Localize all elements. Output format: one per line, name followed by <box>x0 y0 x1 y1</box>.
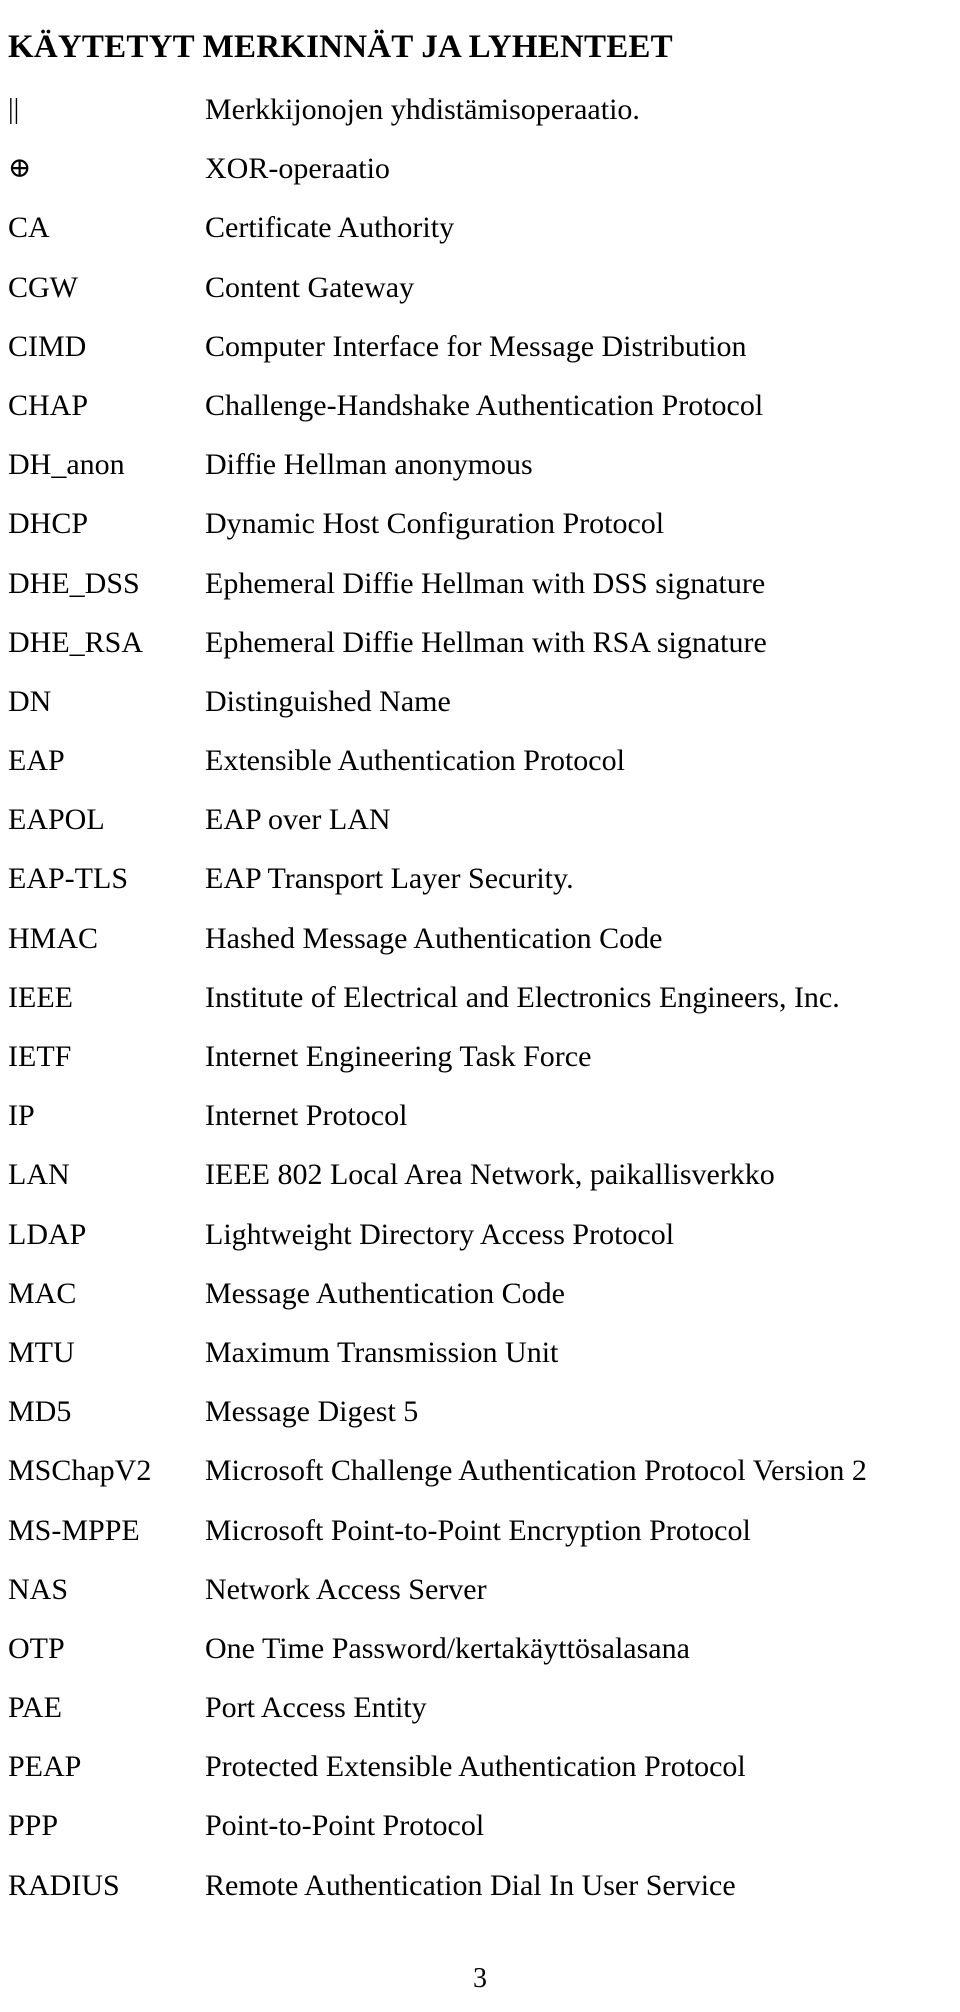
abbreviation-definition: Ephemeral Diffie Hellman with RSA signat… <box>205 625 767 659</box>
abbreviation-row: RADIUS Remote Authentication Dial In User… <box>0 1866 960 1925</box>
abbreviation-row: MTU Maximum Transmission Unit <box>0 1333 960 1392</box>
abbreviation-term: DHCP <box>8 507 89 541</box>
abbreviation-definition: Dynamic Host Configuration Protocol <box>205 507 665 541</box>
abbreviation-term: PPP <box>8 1809 59 1843</box>
abbreviation-term: IEEE <box>8 980 73 1014</box>
document-page: KÄYTETYT MERKINNÄT JA LYHENTEET || Merkki… <box>0 0 960 2012</box>
abbreviation-definition: Content Gateway <box>205 270 415 304</box>
abbreviation-row: IETF Internet Engineering Task Force <box>0 1037 960 1096</box>
abbreviation-term: HMAC <box>8 921 99 955</box>
abbreviation-definition: Protected Extensible Authentication Prot… <box>205 1750 746 1784</box>
abbreviation-row: CIMD Computer Interface for Message Distr… <box>0 327 960 386</box>
abbreviation-row: IP Internet Protocol <box>0 1096 960 1155</box>
abbreviation-row: MAC Message Authentication Code <box>0 1274 960 1333</box>
abbreviation-term: DHE_DSS <box>8 566 140 600</box>
abbreviation-definition: Diffie Hellman anonymous <box>205 448 533 482</box>
abbreviation-definition: Remote Authentication Dial In User Servi… <box>205 1868 736 1902</box>
abbreviation-row: CGW Content Gateway <box>0 268 960 327</box>
abbreviation-row: CHAP Challenge-Handshake Authentication P… <box>0 386 960 445</box>
abbreviation-term: MD5 <box>8 1395 72 1429</box>
abbreviation-definition: Microsoft Challenge Authentication Proto… <box>205 1454 867 1488</box>
abbreviation-term: EAP-TLS <box>8 862 128 896</box>
abbreviation-definition: Message Digest 5 <box>205 1395 419 1429</box>
abbreviation-definition: Port Access Entity <box>205 1691 427 1725</box>
abbreviation-definition: Lightweight Directory Access Protocol <box>205 1217 675 1251</box>
abbreviation-definition: Institute of Electrical and Electronics … <box>205 980 840 1014</box>
abbreviation-definition: Internet Engineering Task Force <box>205 1040 592 1073</box>
abbreviation-row: PEAP Protected Extensible Authentication … <box>0 1747 960 1806</box>
abbreviation-term: IP <box>8 1099 35 1133</box>
abbreviation-row: MS-MPPE Microsoft Point-to-Point Encrypti… <box>0 1511 960 1570</box>
abbreviation-row: CA Certificate Authority <box>0 208 960 267</box>
abbreviation-term: CHAP <box>8 388 89 422</box>
abbreviation-row: DHE_DSS Ephemeral Diffie Hellman with DSS… <box>0 564 960 623</box>
abbreviation-row: LDAP Lightweight Directory Access Protoco… <box>0 1215 960 1274</box>
abbreviation-term: PEAP <box>8 1750 82 1784</box>
abbreviation-row: PPP Point-to-Point Protocol <box>0 1806 960 1865</box>
abbreviation-term: LAN <box>8 1158 70 1192</box>
abbreviation-row: HMAC Hashed Message Authentication Code <box>0 919 960 978</box>
abbreviation-row: OTP One Time Password/kertakäyttösalasana <box>0 1629 960 1688</box>
abbreviation-definition: Computer Interface for Message Distribut… <box>205 329 747 363</box>
abbreviation-row: MSChapV2 Microsoft Challenge Authenticati… <box>0 1451 960 1510</box>
abbreviation-row: LAN IEEE 802 Local Area Network, paikalli… <box>0 1155 960 1214</box>
abbreviation-definition: EAP over LAN <box>205 803 391 837</box>
abbreviation-term: CA <box>8 211 50 245</box>
abbreviation-row: IEEE Institute of Electrical and Electron… <box>0 978 960 1037</box>
abbreviation-term: MS-MPPE <box>8 1513 140 1547</box>
abbreviation-definition: Distinguished Name <box>205 684 451 718</box>
abbreviation-row: EAPOL EAP over LAN <box>0 800 960 859</box>
abbreviation-term: OTP <box>8 1631 65 1665</box>
abbreviation-row: DH_anon Diffie Hellman anonymous <box>0 445 960 504</box>
abbreviation-term: CGW <box>8 270 78 304</box>
abbreviation-term: || <box>8 94 20 125</box>
abbreviation-row: EAP-TLS EAP Transport Layer Security. <box>0 859 960 918</box>
abbreviation-definition: Certificate Authority <box>205 211 455 245</box>
abbreviation-term: MTU <box>8 1335 75 1369</box>
abbreviation-term: MSChapV2 <box>8 1454 152 1488</box>
abbreviation-definition: Merkkijonojen yhdistämisoperaatio. <box>205 93 640 126</box>
abbreviation-list: || Merkkijonojen yhdistämisoperaatio. ⊕ XOR… <box>0 90 960 1925</box>
abbreviation-definition: Network Access Server <box>205 1572 487 1606</box>
abbreviation-row: DHE_RSA Ephemeral Diffie Hellman with RSA… <box>0 623 960 682</box>
abbreviation-definition: Message Authentication Code <box>205 1276 565 1310</box>
abbreviation-row: DN Distinguished Name <box>0 682 960 741</box>
abbreviation-row: PAE Port Access Entity <box>0 1688 960 1747</box>
abbreviation-definition: Hashed Message Authentication Code <box>205 921 663 955</box>
abbreviation-row: || Merkkijonojen yhdistämisoperaatio. <box>0 90 960 149</box>
page-title: KÄYTETYT MERKINNÄT JA LYHENTEET <box>8 29 673 66</box>
abbreviation-term: CIMD <box>8 329 87 363</box>
abbreviation-definition: One Time Password/kertakäyttösalasana <box>205 1631 690 1665</box>
abbreviation-term: ⊕ <box>8 153 32 185</box>
abbreviation-definition: XOR-operaatio <box>205 152 390 186</box>
abbreviation-term: PAE <box>8 1691 62 1725</box>
abbreviation-definition: Maximum Transmission Unit <box>205 1335 559 1369</box>
abbreviation-term: LDAP <box>8 1217 87 1251</box>
abbreviation-row: EAP Extensible Authentication Protocol <box>0 741 960 800</box>
abbreviation-definition: Point-to-Point Protocol <box>205 1809 485 1843</box>
abbreviation-definition: Challenge-Handshake Authentication Proto… <box>205 388 764 422</box>
abbreviation-row: DHCP Dynamic Host Configuration Protocol <box>0 504 960 563</box>
abbreviation-term: NAS <box>8 1572 69 1606</box>
abbreviation-term: EAPOL <box>8 803 105 837</box>
abbreviation-definition: Internet Protocol <box>205 1099 408 1133</box>
abbreviation-row: MD5 Message Digest 5 <box>0 1392 960 1451</box>
abbreviation-term: MAC <box>8 1276 77 1310</box>
abbreviation-row: ⊕ XOR-operaatio <box>0 149 960 208</box>
abbreviation-term: DH_anon <box>8 448 125 482</box>
abbreviation-definition: EAP Transport Layer Security. <box>205 862 574 896</box>
abbreviation-row: NAS Network Access Server <box>0 1570 960 1629</box>
abbreviation-definition: IEEE 802 Local Area Network, paikallisve… <box>205 1158 775 1192</box>
abbreviation-definition: Ephemeral Diffie Hellman with DSS signat… <box>205 566 766 600</box>
page-number: 3 <box>473 1963 487 1994</box>
abbreviation-term: DHE_RSA <box>8 625 144 659</box>
abbreviation-definition: Microsoft Point-to-Point Encryption Prot… <box>205 1513 751 1547</box>
abbreviation-term: DN <box>8 684 52 718</box>
abbreviation-definition: Extensible Authentication Protocol <box>205 744 625 778</box>
abbreviation-term: RADIUS <box>8 1868 120 1902</box>
abbreviation-term: IETF <box>8 1040 72 1073</box>
abbreviation-term: EAP <box>8 744 65 778</box>
